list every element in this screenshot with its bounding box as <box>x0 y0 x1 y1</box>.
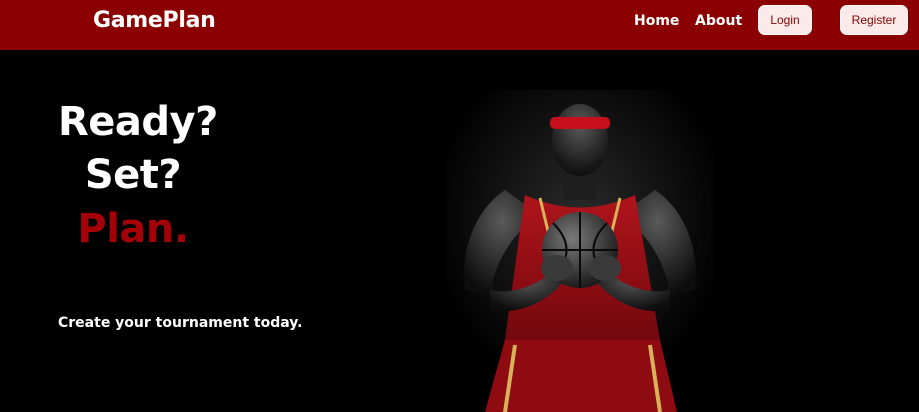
headline-plan: Plan. <box>77 206 189 252</box>
top-navbar: GamePlan Home About Login Register <box>0 0 919 50</box>
headline-set: Set? <box>84 152 182 198</box>
brand-logo[interactable]: GamePlan <box>93 8 216 34</box>
headline-ready: Ready? <box>58 99 218 145</box>
hero-section: Ready? Set? Plan. Create your tournament… <box>0 50 919 412</box>
basketball-player-image <box>445 90 715 412</box>
login-button[interactable]: Login <box>758 5 812 35</box>
nav-link-about[interactable]: About <box>695 12 742 30</box>
register-button[interactable]: Register <box>840 5 908 35</box>
hero-tagline: Create your tournament today. <box>58 315 303 331</box>
nav-link-home[interactable]: Home <box>634 12 679 30</box>
